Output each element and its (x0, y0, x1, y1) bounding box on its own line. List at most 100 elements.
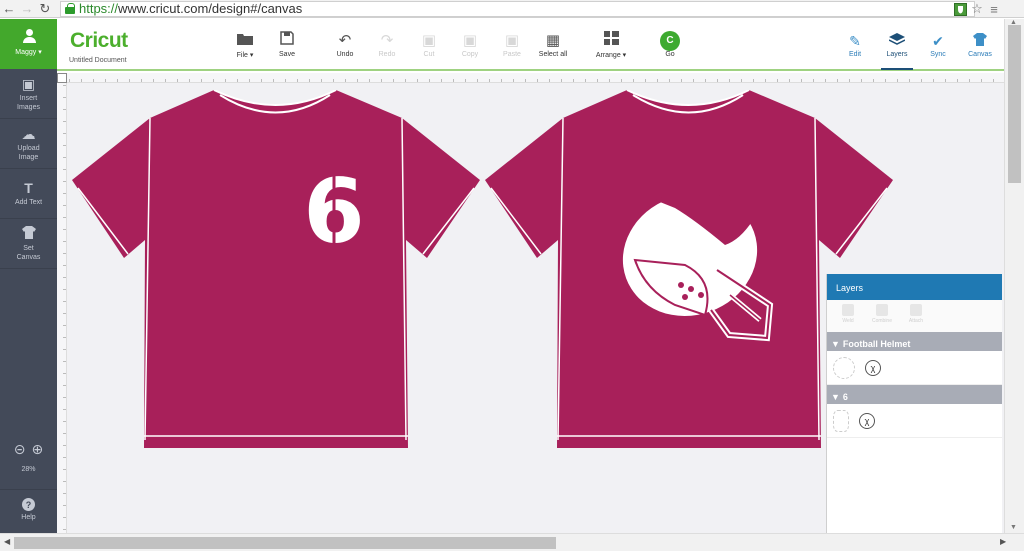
horizontal-scroll-thumb[interactable] (14, 537, 556, 549)
layer-row-6[interactable]: χ (827, 404, 1002, 438)
layers-panel-title: Layers (827, 274, 1002, 300)
menu-icon[interactable]: ≡ (986, 1, 1002, 17)
tshirt-icon (973, 31, 987, 51)
copy-button[interactable]: ▣ Copy (450, 31, 490, 58)
arrange-menu[interactable]: Arrange ▾ (591, 31, 631, 59)
sync-icon: ✔ (932, 33, 944, 49)
weld-label: Weld (842, 318, 854, 324)
arrange-label: Arrange ▾ (595, 52, 627, 59)
forward-arrow-icon[interactable]: → (18, 0, 36, 18)
app-header: Cricut Untitled Document File ▾ Save ↶ U… (57, 19, 1004, 71)
paste-label: Paste (503, 51, 521, 58)
top-ruler (57, 73, 1004, 83)
cut-icon: ▣ (421, 32, 437, 49)
file-menu[interactable]: File ▾ (225, 31, 265, 59)
canvas-label: Canvas (968, 51, 992, 58)
layer-row-helmet[interactable]: χ (827, 351, 1002, 385)
upload-icon: ☁ (21, 125, 36, 142)
set-canvas-label: Set Canvas (16, 244, 41, 261)
redo-icon: ↷ (380, 32, 394, 49)
layers-tab[interactable]: Layers (877, 31, 917, 70)
layers-toolbar: Weld Combine Attach (827, 300, 1002, 332)
layer-group-label: Football Helmet (842, 338, 911, 349)
zoom-out-icon[interactable]: ⊝ (14, 441, 26, 458)
front-shirt[interactable]: 6 (72, 90, 482, 455)
collapse-arrow-icon: ▼ (831, 391, 840, 402)
scroll-down-icon[interactable]: ▼ (1010, 524, 1017, 531)
horizontal-scrollbar[interactable]: ◀ ▶ (0, 533, 1024, 551)
undo-icon: ↶ (338, 32, 352, 49)
back-arrow-icon[interactable]: ← (0, 0, 18, 18)
extension-icon[interactable] (952, 1, 968, 17)
layers-panel: Layers Weld Combine Attach ▼ Football He… (826, 274, 1002, 533)
user-icon (22, 29, 36, 43)
cut-button[interactable]: ▣ Cut (409, 31, 449, 58)
paste-icon: ▣ (504, 32, 520, 49)
url-path: www.cricut.com/design#/canvas (118, 1, 303, 16)
cut-label: Cut (423, 51, 435, 58)
document-name: Untitled Document (69, 57, 127, 64)
add-text-label: Add Text (14, 199, 43, 206)
weld-button[interactable]: Weld (834, 304, 862, 332)
scroll-right-icon[interactable]: ▶ (1000, 537, 1006, 546)
text-icon: T (24, 180, 33, 196)
ruler-corner (57, 73, 67, 83)
save-button[interactable]: Save (267, 31, 307, 58)
upload-image-button[interactable]: ☁ Upload Image (0, 119, 57, 169)
collapse-arrow-icon: ▼ (831, 338, 840, 349)
cut-icon[interactable]: χ (865, 359, 881, 376)
combine-button[interactable]: Combine (868, 304, 896, 332)
star-icon[interactable]: ☆ (969, 1, 985, 17)
help-button[interactable]: ? Help (0, 489, 57, 529)
reload-icon[interactable]: ↻ (36, 0, 54, 18)
canvas-tab[interactable]: Canvas (960, 31, 1000, 58)
add-text-button[interactable]: T Add Text (0, 169, 57, 219)
user-name: Maggy ▾ (15, 49, 42, 56)
scroll-left-icon[interactable]: ◀ (4, 537, 10, 546)
undo-label: Undo (336, 51, 354, 58)
image-icon: ▣ (21, 75, 36, 92)
layer-group-label: 6 (842, 391, 848, 402)
layer-group-6[interactable]: ▼ 6 (827, 385, 1002, 404)
tshirt-icon (21, 225, 36, 242)
attach-button[interactable]: Attach (902, 304, 930, 332)
copy-label: Copy (461, 51, 479, 58)
number-thumbnail (833, 409, 849, 432)
left-sidebar: Maggy ▾ ▣ Insert Images ☁ Upload Image T… (0, 19, 57, 551)
help-icon: ? (22, 498, 35, 511)
help-label: Help (21, 514, 36, 521)
cricut-logo: Cricut (70, 29, 128, 52)
user-menu[interactable]: Maggy ▾ (0, 19, 57, 69)
weld-icon (842, 304, 854, 316)
attach-icon (910, 304, 922, 316)
save-label: Save (279, 51, 295, 58)
go-button[interactable]: C Go (650, 31, 690, 58)
select-all-label: Select all (538, 51, 568, 58)
set-canvas-button[interactable]: Set Canvas (0, 219, 57, 269)
zoom-level: 28% (21, 466, 36, 473)
layers-label: Layers (886, 51, 908, 58)
vertical-scrollbar[interactable]: ▲ ▼ (1004, 19, 1024, 535)
upload-image-label: Upload Image (17, 144, 40, 161)
address-bar[interactable]: https:// www.cricut.com/design#/canvas (60, 0, 975, 17)
left-ruler (57, 73, 67, 533)
select-all-icon: ▦ (545, 32, 561, 49)
sync-label: Sync (930, 51, 946, 58)
attach-label: Attach (908, 318, 924, 324)
sync-tab[interactable]: ✔ Sync (918, 31, 958, 58)
combine-icon (876, 304, 888, 316)
vertical-scroll-thumb[interactable] (1008, 25, 1021, 183)
layers-icon (888, 31, 906, 51)
browser-toolbar: ← → ↻ https:// www.cricut.com/design#/ca… (0, 0, 1024, 18)
insert-images-button[interactable]: ▣ Insert Images (0, 69, 57, 119)
edit-label: Edit (848, 51, 862, 58)
paste-button[interactable]: ▣ Paste (492, 31, 532, 58)
zoom-in-icon[interactable]: ⊕ (32, 441, 44, 458)
cut-icon[interactable]: χ (859, 412, 875, 429)
copy-icon: ▣ (462, 32, 478, 49)
redo-button[interactable]: ↷ Redo (367, 31, 407, 58)
undo-button[interactable]: ↶ Undo (325, 31, 365, 58)
layer-group-football-helmet[interactable]: ▼ Football Helmet (827, 332, 1002, 351)
select-all-button[interactable]: ▦ Select all (533, 31, 573, 58)
edit-tab[interactable]: ✎ Edit (835, 31, 875, 58)
